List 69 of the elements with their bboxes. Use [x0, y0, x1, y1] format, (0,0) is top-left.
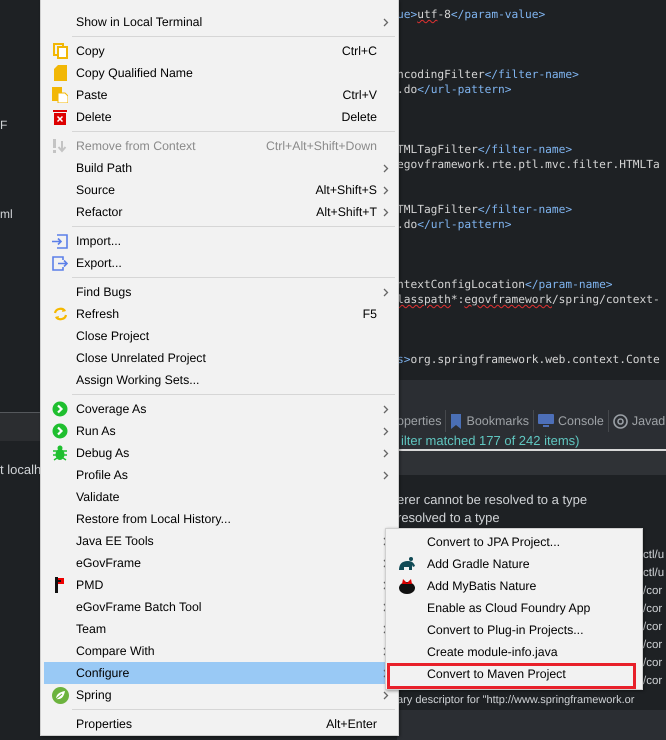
menu-item[interactable]: Copy Ctrl+C — [44, 40, 395, 62]
filter-status: ilter matched 177 of 242 items) — [400, 432, 580, 449]
menu-item[interactable]: Create module-info.java — [386, 641, 642, 663]
menu-item[interactable]: Paste Ctrl+V — [44, 84, 395, 106]
menu-item[interactable]: Refresh F5 — [44, 303, 395, 325]
leaf-icon — [52, 686, 68, 704]
paste-icon — [52, 87, 68, 103]
bug-icon — [52, 445, 68, 461]
menu-item[interactable]: Convert to JPA Project... — [386, 531, 642, 553]
menu-item[interactable]: Copy Qualified Name — [44, 62, 395, 84]
menu-item[interactable]: Spring — [44, 684, 395, 706]
path-text: /cor — [643, 620, 664, 635]
run-icon — [52, 423, 68, 439]
code-line: lasspath*:egovframework/spring/context- — [397, 292, 660, 307]
menu-item[interactable]: Enable as Cloud Foundry App — [386, 597, 642, 619]
copy-icon — [52, 43, 68, 59]
menu-item[interactable]: Export... — [44, 252, 395, 274]
path-text: /cor — [643, 674, 664, 689]
path-text: /cor — [643, 638, 664, 653]
remove-icon — [52, 138, 68, 154]
export-icon — [52, 256, 68, 270]
tree-item-text: F — [0, 118, 8, 133]
menu-item[interactable]: Coverage As — [44, 398, 395, 420]
code-line: ncodingFilter</filter-name> — [397, 67, 579, 82]
menu-item[interactable]: Add Gradle Nature — [386, 553, 642, 575]
code-line: .do</url-pattern> — [397, 82, 512, 97]
menu-item[interactable]: Assign Working Sets... — [44, 369, 395, 391]
code-line: .do</url-pattern> — [397, 217, 512, 232]
menu-item[interactable]: Convert to Plug-in Projects... — [386, 619, 642, 641]
view-tab[interactable]: Bookmarks — [446, 410, 534, 432]
path-text: /cor — [643, 584, 664, 599]
bookmark-icon — [450, 414, 462, 428]
path-text: /cor — [643, 656, 664, 671]
menu-item[interactable]: Run As — [44, 420, 395, 442]
import-icon — [52, 234, 68, 248]
code-line: ntextConfigLocation</param-name> — [397, 277, 613, 292]
menu-item[interactable]: Profile As — [44, 464, 395, 486]
menu-item[interactable]: Source Alt+Shift+S — [44, 179, 395, 201]
menu-item[interactable]: Close Project — [44, 325, 395, 347]
bird-icon — [398, 578, 416, 594]
path-text: ctl/u — [643, 566, 664, 581]
tree-item-text: ml — [0, 207, 13, 222]
flag-icon — [55, 577, 65, 593]
menu-item[interactable]: Restore from Local History... — [44, 508, 395, 530]
menu-item[interactable]: Delete Delete — [44, 106, 395, 128]
view-tab[interactable]: Javad — [608, 410, 666, 432]
menu-item[interactable]: Debug As — [44, 442, 395, 464]
run-icon — [52, 401, 68, 417]
document-icon — [54, 65, 66, 81]
console-text: t localh — [0, 462, 42, 478]
view-tab[interactable]: Console — [534, 410, 609, 432]
monitor-icon — [538, 414, 554, 428]
delete-icon — [53, 109, 67, 125]
code-line: egovframework.rte.ptl.mvc.filter.HTMLTa — [397, 157, 660, 172]
code-line: TMLTagFilter</filter-name> — [397, 202, 572, 217]
at-sign-icon — [612, 414, 628, 428]
refresh-icon — [52, 307, 68, 321]
menu-item[interactable]: Validate — [44, 486, 395, 508]
code-line: TMLTagFilter</filter-name> — [397, 142, 572, 157]
menu-item[interactable]: Find Bugs — [44, 281, 395, 303]
menu-item[interactable]: Refactor Alt+Shift+T — [44, 201, 395, 223]
elephant-icon — [398, 557, 416, 571]
path-text: /cor — [643, 602, 664, 617]
menu-item[interactable]: Build Path — [44, 157, 395, 179]
menu-item[interactable]: Import... — [44, 230, 395, 252]
menu-item[interactable]: Show in Local Terminal — [44, 11, 395, 33]
path-text: ctl/u — [643, 548, 664, 563]
menu-item[interactable]: Close Unrelated Project — [44, 347, 395, 369]
menu-item[interactable]: Properties Alt+Enter — [44, 713, 395, 735]
